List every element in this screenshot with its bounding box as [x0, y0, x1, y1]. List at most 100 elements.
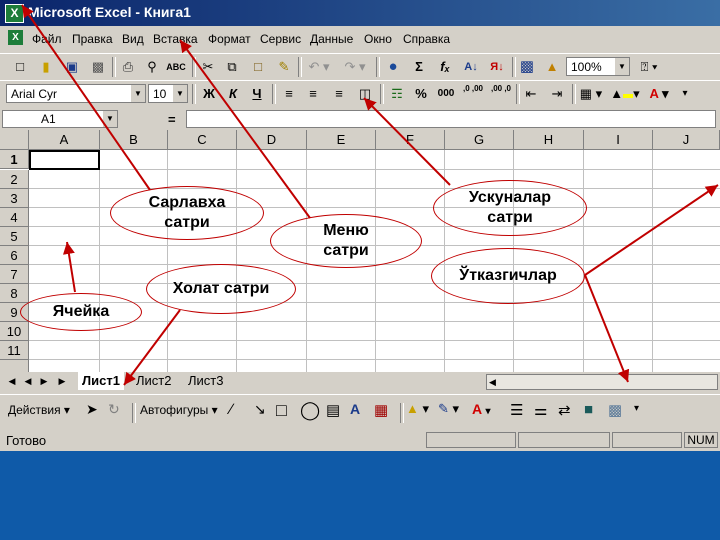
- font-color-icon[interactable]: A ▾: [472, 401, 491, 417]
- font-name-combo[interactable]: Arial Cyr ▼: [6, 84, 146, 103]
- decrease-decimal-button[interactable]: ,00 ,0: [488, 84, 514, 104]
- horizontal-scrollbar[interactable]: ◀: [486, 374, 718, 390]
- function-icon[interactable]: fₓ: [434, 57, 456, 77]
- increase-indent-icon[interactable]: ⇥: [546, 84, 568, 104]
- fill-color-icon[interactable]: ▲ ▾: [610, 84, 640, 104]
- row-header[interactable]: 10: [0, 322, 29, 341]
- sheet-tab-2[interactable]: Лист2: [132, 372, 175, 390]
- cut-icon[interactable]: ✂: [198, 57, 218, 77]
- column-header[interactable]: D: [237, 130, 307, 150]
- align-right-icon[interactable]: ≡: [328, 84, 350, 104]
- scroll-left-icon[interactable]: ◀: [489, 375, 496, 389]
- increase-decimal-button[interactable]: ,0 ,00: [460, 84, 486, 104]
- new-icon[interactable]: □: [10, 57, 30, 77]
- menu-insert[interactable]: Вставка: [153, 32, 198, 46]
- bold-button[interactable]: Ж: [198, 84, 220, 104]
- next-sheet-icon[interactable]: ▶: [38, 375, 50, 388]
- save-icon[interactable]: ▣: [62, 57, 82, 77]
- prev-sheet-icon[interactable]: ◀: [22, 375, 34, 388]
- drawing-icon[interactable]: ▲: [541, 57, 563, 77]
- arrow-style-icon[interactable]: ⇄: [558, 401, 571, 419]
- hyperlink-icon[interactable]: ●: [382, 57, 404, 77]
- menu-window[interactable]: Окно: [364, 32, 392, 46]
- select-objects-icon[interactable]: ➤: [86, 401, 98, 418]
- fill-color-icon[interactable]: ▲ ▾: [406, 401, 429, 417]
- name-box[interactable]: A1 ▼: [2, 110, 118, 128]
- menu-edit[interactable]: Правка: [72, 32, 113, 46]
- font-color-icon[interactable]: A ▾: [644, 84, 674, 104]
- sort-descending-icon[interactable]: Я↓: [486, 57, 508, 77]
- print-icon[interactable]: ⎙: [118, 57, 138, 77]
- row-header[interactable]: 1: [0, 150, 29, 169]
- column-header[interactable]: A: [29, 130, 100, 150]
- shadow-icon[interactable]: ■: [584, 401, 593, 418]
- active-cell[interactable]: [29, 150, 100, 170]
- document-icon[interactable]: X: [8, 30, 23, 45]
- chart-wizard-icon[interactable]: ▩: [516, 57, 538, 77]
- row-header[interactable]: 8: [0, 284, 29, 303]
- row-header[interactable]: 6: [0, 246, 29, 265]
- line-icon[interactable]: ∕: [230, 401, 233, 418]
- excel-icon[interactable]: X: [5, 4, 24, 23]
- column-header[interactable]: E: [307, 130, 376, 150]
- permission-icon[interactable]: ▩: [88, 57, 108, 77]
- column-header[interactable]: I: [584, 130, 653, 150]
- format-painter-icon[interactable]: ✎: [274, 57, 294, 77]
- column-header[interactable]: H: [514, 130, 584, 150]
- decrease-indent-icon[interactable]: ⇤: [520, 84, 542, 104]
- row-header[interactable]: 5: [0, 227, 29, 246]
- autosum-icon[interactable]: Σ: [408, 57, 430, 77]
- thousands-button[interactable]: 000: [434, 84, 458, 104]
- align-center-icon[interactable]: ≡: [302, 84, 324, 104]
- zoom-combo[interactable]: 100% ▼: [566, 57, 630, 76]
- column-header[interactable]: B: [100, 130, 168, 150]
- last-sheet-icon[interactable]: ▶: [56, 375, 68, 388]
- autoshapes-menu[interactable]: Автофигуры ▾: [140, 403, 218, 417]
- arrow-icon[interactable]: ↘: [254, 401, 266, 418]
- row-header[interactable]: 4: [0, 208, 29, 227]
- chevron-down-icon[interactable]: ▼: [173, 85, 187, 102]
- percent-button[interactable]: %: [410, 84, 432, 104]
- font-size-combo[interactable]: 10 ▼: [148, 84, 188, 103]
- line-color-icon[interactable]: ✎ ▾: [438, 401, 459, 417]
- row-header[interactable]: [0, 360, 29, 372]
- menu-data[interactable]: Данные: [310, 32, 353, 46]
- column-header[interactable]: F: [376, 130, 445, 150]
- help-icon[interactable]: ⍰ ▾: [634, 57, 664, 77]
- column-header[interactable]: C: [168, 130, 237, 150]
- wordart-icon[interactable]: A: [350, 401, 360, 417]
- formula-input[interactable]: [186, 110, 716, 128]
- rectangle-icon[interactable]: □: [276, 400, 287, 421]
- 3d-icon[interactable]: ▩: [608, 401, 622, 419]
- title-bar[interactable]: X Microsoft Excel - Книга1: [0, 0, 720, 26]
- formula-equals[interactable]: =: [168, 112, 176, 127]
- row-header[interactable]: 2: [0, 170, 29, 189]
- chevron-down-icon[interactable]: ▼: [131, 85, 145, 102]
- menu-file[interactable]: Файл: [32, 32, 62, 46]
- chevron-down-icon[interactable]: ▼: [103, 111, 117, 127]
- menu-help[interactable]: Справка: [403, 32, 450, 46]
- sort-ascending-icon[interactable]: A↓: [460, 57, 482, 77]
- text-box-icon[interactable]: ▤: [326, 401, 340, 419]
- underline-button[interactable]: Ч: [246, 84, 268, 104]
- spelling-icon[interactable]: ABC: [166, 57, 186, 77]
- borders-icon[interactable]: ▦ ▾: [576, 84, 606, 104]
- menu-view[interactable]: Вид: [122, 32, 144, 46]
- align-left-icon[interactable]: ≡: [278, 84, 300, 104]
- column-header[interactable]: J: [653, 130, 720, 150]
- row-header[interactable]: 11: [0, 341, 29, 360]
- open-icon[interactable]: ▮: [36, 57, 56, 77]
- toolbar-options-icon[interactable]: ▾: [634, 403, 639, 414]
- currency-icon[interactable]: ☶: [386, 84, 408, 104]
- clip-art-icon[interactable]: ▦: [374, 401, 388, 419]
- italic-button[interactable]: К: [222, 84, 244, 104]
- print-preview-icon[interactable]: ⚲: [142, 57, 162, 77]
- dash-style-icon[interactable]: ⚌: [534, 401, 547, 419]
- menu-format[interactable]: Формат: [208, 32, 251, 46]
- sheet-tab-1[interactable]: Лист1: [78, 372, 124, 390]
- row-header[interactable]: 7: [0, 265, 29, 284]
- line-style-icon[interactable]: ☰: [510, 401, 523, 419]
- chevron-down-icon[interactable]: ▼: [615, 58, 629, 75]
- toolbar-options-icon[interactable]: ▾: [678, 84, 692, 104]
- oval-icon[interactable]: ◯: [300, 400, 320, 421]
